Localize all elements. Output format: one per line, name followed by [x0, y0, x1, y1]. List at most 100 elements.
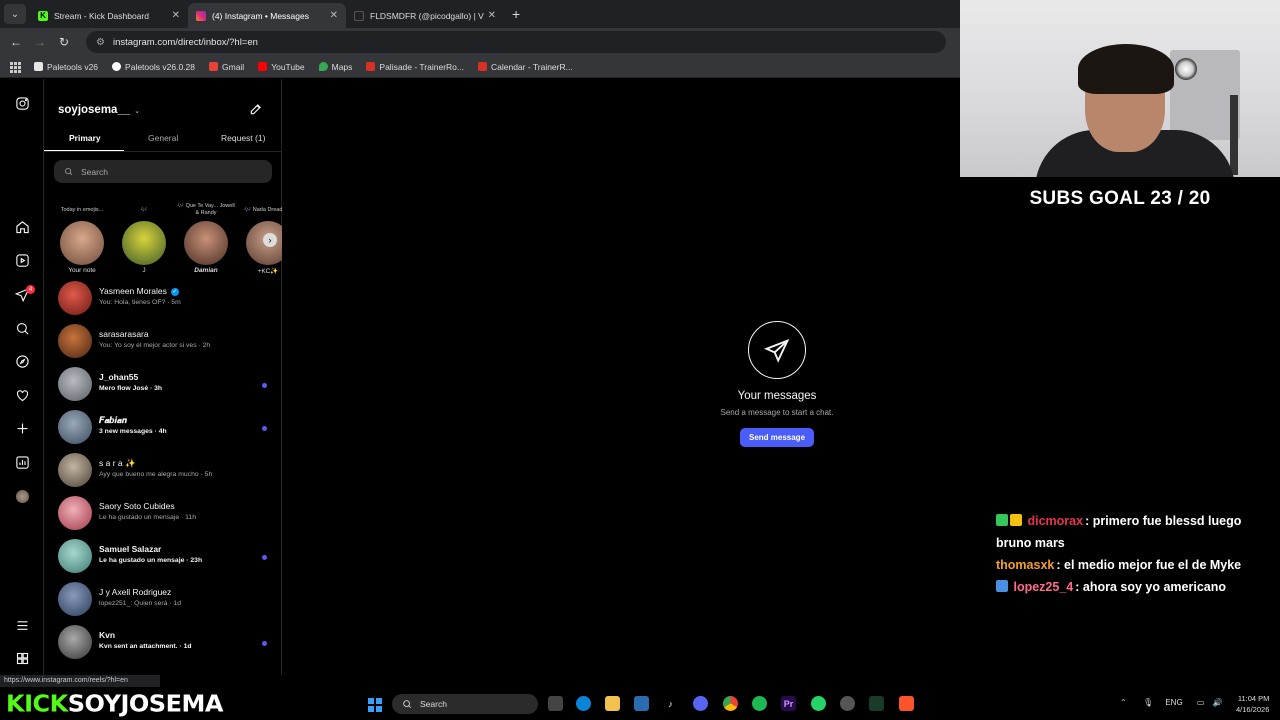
create-icon[interactable]: [14, 420, 30, 436]
apps-grid-icon[interactable]: [10, 61, 21, 73]
thread-name: sarasarasara: [99, 329, 149, 339]
task-view-icon[interactable]: [548, 696, 563, 711]
thread-item[interactable]: Yasmeen Morales ✓ You: Hola, tienes OF? ·…: [44, 277, 282, 320]
kick-channel-banner: KICKSOYJOSEMA: [6, 691, 223, 718]
active-tab-indicator: [44, 150, 124, 151]
close-tab-icon[interactable]: ✕: [172, 10, 180, 21]
browser-tab-kick[interactable]: K Stream - Kick Dashboard ✕: [30, 3, 188, 28]
compose-icon[interactable]: [249, 102, 263, 116]
thread-item[interactable]: J y Axell Rodriguez lopez251_: Quien ser…: [44, 578, 282, 621]
chat-username[interactable]: dicmorax: [1027, 514, 1083, 528]
vsco-icon: [354, 10, 364, 21]
heart-icon[interactable]: [14, 387, 30, 403]
empty-state-subtitle: Send a message to start a chat.: [720, 408, 834, 417]
bookmark-label: Calendar - TrainerR...: [490, 61, 573, 72]
brave-icon[interactable]: [899, 696, 914, 711]
note-bubble: 🎶 Nada Dread Ma: [244, 206, 282, 213]
clock-date: 4/16/2026: [1236, 705, 1270, 714]
thread-item[interactable]: 𝑭𝒂𝒃𝒊𝒂𝒏 3 new messages · 4h: [44, 406, 282, 449]
address-bar[interactable]: ⚙ instagram.com/direct/inbox/?hl=en: [86, 31, 946, 53]
bookmark-palisade[interactable]: Palisade - TrainerRo...: [366, 62, 464, 72]
home-icon[interactable]: [14, 219, 30, 235]
notification-badge: 4: [26, 285, 35, 294]
site-info-icon[interactable]: ⚙: [96, 37, 105, 48]
language-indicator[interactable]: ENG: [1165, 698, 1182, 707]
search-input[interactable]: Search: [54, 160, 272, 183]
also-from-meta-icon[interactable]: [14, 650, 30, 666]
tab-request[interactable]: Request (1): [221, 133, 265, 143]
bookmark-paletools-2[interactable]: Paletools v26.0.28: [112, 62, 195, 72]
browser-tab-vsco[interactable]: FLDSMDFR (@picodgallo) | VSC ✕: [346, 3, 504, 28]
note-item[interactable]: Today in emojis... Your note: [52, 199, 112, 274]
spotify-icon[interactable]: [752, 696, 767, 711]
reload-icon[interactable]: ↻: [52, 35, 76, 49]
instagram-logo-icon[interactable]: [14, 95, 30, 111]
send-message-button[interactable]: Send message: [740, 428, 814, 447]
bookmark-calendar[interactable]: Calendar - TrainerR...: [477, 61, 573, 72]
screen: ⌄ K Stream - Kick Dashboard ✕ (4) Instag…: [0, 0, 1280, 720]
discord-icon[interactable]: [693, 696, 708, 711]
note-item[interactable]: 🎶 J: [114, 199, 174, 274]
thread-preview: Le ha gustado un mensaje · 11h: [99, 514, 196, 521]
chat-message: dicmorax: primero fue blessd luego bruno…: [996, 510, 1272, 554]
taskbar-clock[interactable]: 11:04 PM 4/16/2026: [1236, 693, 1269, 715]
reels-icon[interactable]: [14, 252, 30, 268]
more-menu-icon[interactable]: [14, 617, 30, 633]
chat-username[interactable]: lopez25_4: [1013, 580, 1073, 594]
thread-preview: 3 new messages · 4h: [99, 428, 167, 435]
chat-text: : ahora soy yo americano: [1075, 580, 1227, 594]
back-icon[interactable]: ←: [4, 35, 28, 49]
chat-username[interactable]: thomasxk: [996, 558, 1054, 572]
avatar: [58, 453, 92, 487]
thread-item[interactable]: Saory Soto Cubides Le ha gustado un mens…: [44, 492, 282, 535]
bookmark-paletools[interactable]: Paletools v26: [34, 62, 98, 72]
tab-search-button[interactable]: ⌄: [4, 4, 26, 24]
new-tab-button[interactable]: +: [512, 6, 520, 22]
bookmark-label: Palisade - TrainerRo...: [379, 61, 464, 72]
obs-icon[interactable]: [840, 696, 855, 711]
note-item[interactable]: 🎶 Que Te Vay... Jowell & Randy Damian: [176, 199, 236, 274]
microphone-icon[interactable]: 🎙: [1143, 698, 1153, 707]
thread-item[interactable]: J_ohan55 Mero flow José · 3h: [44, 363, 282, 406]
profile-avatar[interactable]: [16, 490, 29, 503]
address-toolbar: ← → ↻ ⚙ instagram.com/direct/inbox/?hl=e…: [0, 28, 960, 56]
browser-tab-instagram[interactable]: (4) Instagram • Messages ✕: [188, 3, 346, 28]
chrome-icon[interactable]: [723, 696, 738, 711]
thread-item[interactable]: Kvn Kvn sent an attachment. · 1d: [44, 621, 282, 664]
explore-icon[interactable]: [14, 353, 30, 369]
bookmark-youtube[interactable]: YouTube: [258, 62, 305, 72]
store-icon[interactable]: [634, 696, 649, 711]
app-icon[interactable]: [869, 696, 884, 711]
bookmark-maps[interactable]: Maps: [318, 62, 352, 72]
tab-primary[interactable]: Primary: [69, 133, 101, 143]
tiktok-icon[interactable]: ♪: [663, 696, 678, 711]
avatar: [58, 410, 92, 444]
tab-general[interactable]: General: [148, 133, 178, 143]
taskbar-search[interactable]: Search: [392, 694, 538, 714]
tab-title: (4) Instagram • Messages: [212, 10, 309, 21]
close-tab-icon[interactable]: ✕: [330, 10, 338, 21]
thread-item[interactable]: Samuel Salazar Le ha gustado un mensaje …: [44, 535, 282, 578]
edge-icon[interactable]: [576, 696, 591, 711]
note-bubble: 🎶 Que Te Vay... Jowell & Randy: [177, 203, 235, 216]
file-explorer-icon[interactable]: [605, 696, 620, 711]
volume-icon[interactable]: 🔊: [1213, 698, 1223, 707]
premiere-icon[interactable]: Pr: [781, 696, 796, 711]
windows-start-icon[interactable]: [368, 698, 382, 712]
messenger-icon: [748, 321, 806, 379]
forward-icon[interactable]: →: [28, 35, 52, 49]
thread-item[interactable]: s a r a ✨ Ayy que bueno me alegra mucho …: [44, 449, 282, 492]
network-icon[interactable]: ▭: [1197, 698, 1205, 707]
account-switcher[interactable]: soyjosema__ ⌄: [58, 104, 140, 116]
chevron-up-icon[interactable]: ⌃: [1120, 698, 1127, 707]
youtube-icon: [258, 62, 268, 71]
link-status-bar: https://www.instagram.com/reels/?hl=en: [0, 675, 160, 687]
chevron-right-icon[interactable]: ›: [263, 233, 277, 247]
dashboard-icon[interactable]: [14, 454, 30, 470]
close-tab-icon[interactable]: ✕: [488, 10, 496, 21]
thread-item[interactable]: sarasarasara You: Yo soy el mejor actor …: [44, 320, 282, 363]
search-icon[interactable]: [14, 320, 30, 336]
thread-name: J y Axell Rodriguez: [99, 587, 172, 597]
bookmark-gmail[interactable]: Gmail: [209, 62, 244, 72]
whatsapp-icon[interactable]: [811, 696, 826, 711]
